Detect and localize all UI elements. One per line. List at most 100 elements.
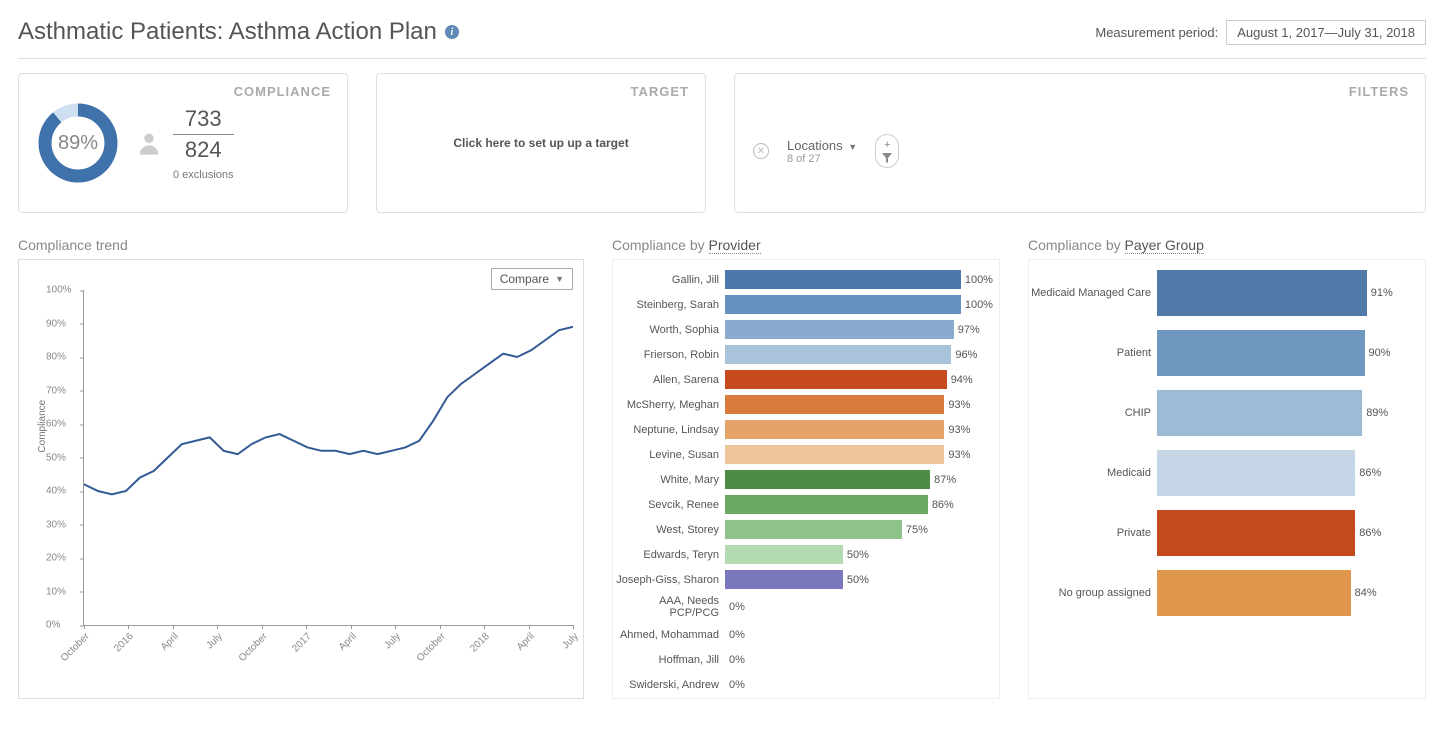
bar-label: Patient <box>1029 347 1157 359</box>
clear-filter-icon[interactable]: ✕ <box>753 143 769 159</box>
bar-fill <box>725 345 951 364</box>
page-title: Asthmatic Patients: Asthma Action Plan i <box>18 18 459 46</box>
x-tick-label: July <box>205 631 225 651</box>
bar-track: 89% <box>1157 390 1419 436</box>
bar-track: 96% <box>725 345 993 364</box>
filter-locations-sub: 8 of 27 <box>787 153 857 165</box>
bar-row: Swiderski, Andrew0% <box>613 675 993 694</box>
bar-track: 0% <box>725 650 993 669</box>
bar-row: Edwards, Teryn50% <box>613 545 993 564</box>
bar-row: Neptune, Lindsay93% <box>613 420 993 439</box>
bar-fill <box>725 320 954 339</box>
bar-value: 87% <box>934 474 956 486</box>
period-selector[interactable]: August 1, 2017—July 31, 2018 <box>1226 20 1426 45</box>
x-tick-label: 2018 <box>468 631 492 655</box>
bar-row: Gallin, Jill100% <box>613 270 993 289</box>
bar-fill <box>725 420 944 439</box>
bar-row: CHIP 89% <box>1029 390 1419 436</box>
bar-value: 96% <box>955 349 977 361</box>
bar-track: 97% <box>725 320 993 339</box>
x-tick-label: April <box>514 631 536 653</box>
bar-track: 100% <box>725 270 993 289</box>
bar-track: 50% <box>725 545 993 564</box>
bar-row: McSherry, Meghan93% <box>613 395 993 414</box>
bar-value: 91% <box>1371 287 1393 299</box>
measurement-period: Measurement period: August 1, 2017—July … <box>1095 20 1426 45</box>
bar-label: McSherry, Meghan <box>613 399 725 411</box>
bar-track: 93% <box>725 395 993 414</box>
bar-track: 87% <box>725 470 993 489</box>
provider-dimension-dropdown[interactable]: Provider <box>709 237 761 254</box>
bar-value: 90% <box>1369 347 1391 359</box>
bar-row: AAA, Needs PCP/PCG0% <box>613 595 993 619</box>
bar-label: Private <box>1029 527 1157 539</box>
bar-value: 93% <box>948 424 970 436</box>
bar-fill <box>725 445 944 464</box>
compliance-by-provider-chart[interactable]: Gallin, Jill100%Steinberg, Sarah100%Wort… <box>612 259 1000 699</box>
bar-row: Worth, Sophia 97% <box>613 320 993 339</box>
bar-fill <box>725 470 930 489</box>
bar-label: CHIP <box>1029 407 1157 419</box>
bar-label: Worth, Sophia <box>613 324 725 336</box>
bar-track: 91% <box>1157 270 1419 316</box>
x-tick-label: July <box>383 631 403 651</box>
compliance-by-payer-chart[interactable]: Medicaid Managed Care 91% Patient 90% CHIP 89… <box>1028 259 1426 699</box>
bar-fill <box>1157 570 1351 616</box>
y-tick: 70% <box>46 385 66 396</box>
info-icon[interactable]: i <box>445 25 459 39</box>
bar-value: 84% <box>1355 587 1377 599</box>
y-tick: 10% <box>46 586 66 597</box>
chevron-down-icon: ▼ <box>848 142 857 152</box>
bar-row: Frierson, Robin96% <box>613 345 993 364</box>
set-target-link[interactable]: Click here to set up up a target <box>453 136 628 150</box>
bar-fill <box>725 370 947 389</box>
y-tick: 20% <box>46 553 66 564</box>
compare-label: Compare <box>500 272 549 286</box>
bar-value: 89% <box>1366 407 1388 419</box>
bar-label: Allen, Sarena <box>613 374 725 386</box>
bar-track: 86% <box>1157 450 1419 496</box>
bar-value: 0% <box>729 629 745 641</box>
bar-row: Hoffman, Jill0% <box>613 650 993 669</box>
bar-label: West, Storey <box>613 524 725 536</box>
payer-dimension-dropdown[interactable]: Payer Group <box>1125 237 1204 254</box>
compliance-percent: 89% <box>37 102 119 184</box>
bar-value: 100% <box>965 299 993 311</box>
bar-value: 0% <box>729 679 745 691</box>
compare-button[interactable]: Compare ▼ <box>491 268 573 290</box>
bar-row: Ahmed, Mohammad0% <box>613 625 993 644</box>
compliance-donut: 89% <box>37 102 119 184</box>
funnel-icon <box>882 153 892 163</box>
y-tick: 80% <box>46 352 66 363</box>
bar-value: 97% <box>958 324 980 336</box>
add-filter-button[interactable]: + <box>875 134 899 168</box>
y-tick: 50% <box>46 452 66 463</box>
compliance-trend-title: Compliance trend <box>18 237 584 253</box>
bar-track: 86% <box>725 495 993 514</box>
payer-title-prefix: Compliance by <box>1028 237 1125 253</box>
x-tick-label: July <box>560 631 580 651</box>
person-icon <box>135 129 163 157</box>
bar-row: Steinberg, Sarah 100% <box>613 295 993 314</box>
bar-track: 93% <box>725 420 993 439</box>
compliance-by-provider-section: Compliance by Provider Gallin, Jill100%S… <box>612 237 1000 699</box>
bar-label: Steinberg, Sarah <box>613 299 725 311</box>
bar-row: Allen, Sarena94% <box>613 370 993 389</box>
bar-fill <box>725 395 944 414</box>
bar-fill <box>725 270 961 289</box>
y-tick: 90% <box>46 318 66 329</box>
bar-track: 84% <box>1157 570 1419 616</box>
target-card: TARGET Click here to set up up a target <box>376 73 706 213</box>
compliance-trend-section: Compliance trend Compare ▼ Compliance 0%… <box>18 237 584 699</box>
y-tick: 30% <box>46 519 66 530</box>
filter-locations[interactable]: Locations ▼ 8 of 27 <box>787 138 857 165</box>
bar-label: Sevcik, Renee <box>613 499 725 511</box>
bar-label: Medicaid <box>1029 467 1157 479</box>
bar-fill <box>725 520 902 539</box>
bar-fill <box>1157 450 1355 496</box>
bar-row: Sevcik, Renee86% <box>613 495 993 514</box>
bar-fill <box>1157 390 1362 436</box>
bar-track: 0% <box>725 675 993 694</box>
bar-label: Medicaid Managed Care <box>1029 287 1157 299</box>
bar-value: 86% <box>1359 467 1381 479</box>
